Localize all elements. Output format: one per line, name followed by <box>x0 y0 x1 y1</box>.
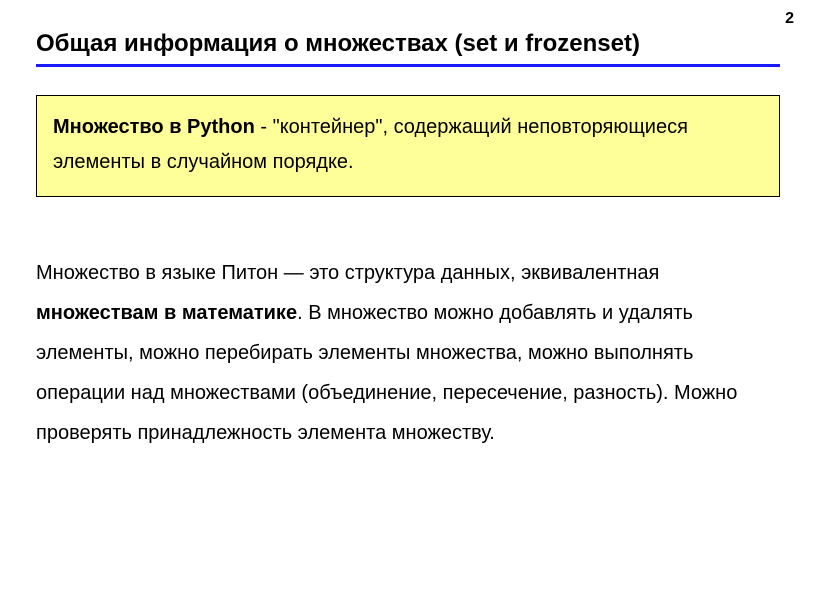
body-text-part1: Множество в языке Питон — это структура … <box>36 262 659 284</box>
body-text-bold: множествам в математике <box>36 302 297 324</box>
body-paragraph: Множество в языке Питон — это структура … <box>36 253 780 453</box>
page-number: 2 <box>785 10 794 28</box>
definition-box: Множество в Python - "контейнер", содерж… <box>36 95 780 197</box>
definition-term: Множество в Python <box>53 116 255 138</box>
page-title: Общая информация о множествах (set и fro… <box>36 30 780 58</box>
title-underline <box>36 64 780 67</box>
